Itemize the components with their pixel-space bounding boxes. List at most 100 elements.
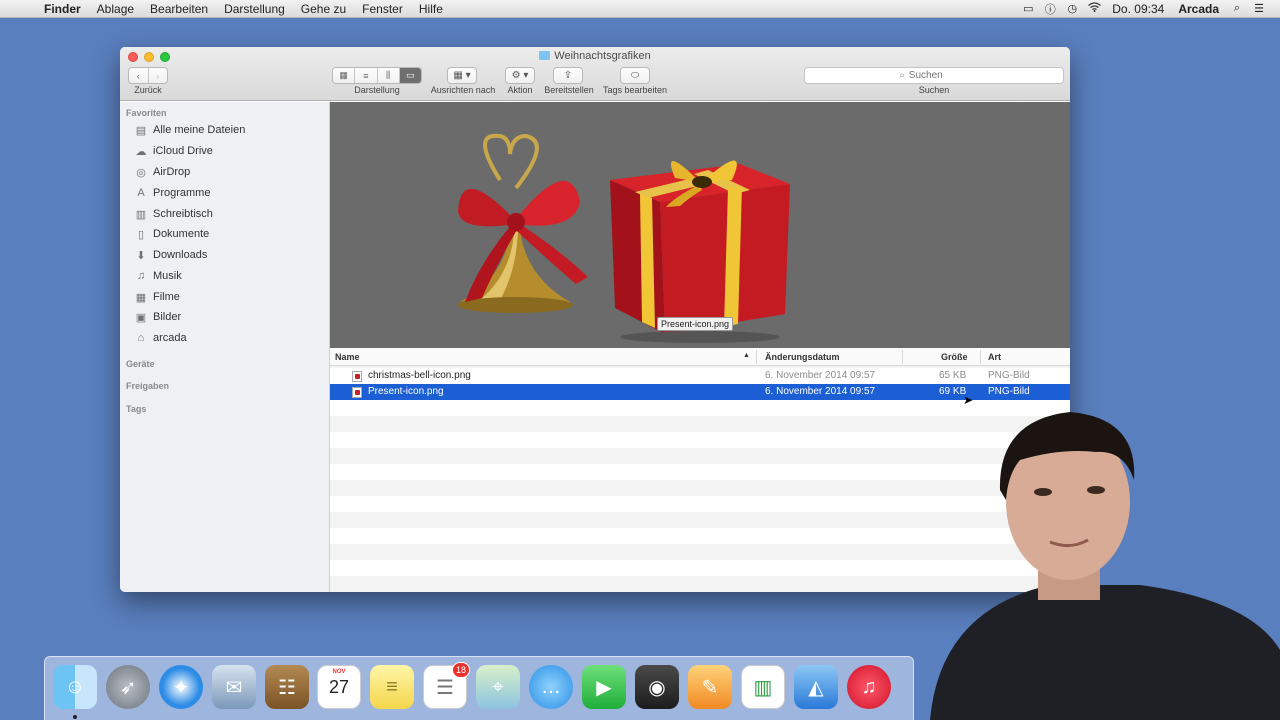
- menu-ablage[interactable]: Ablage: [89, 2, 142, 16]
- sidebar-heading-shared[interactable]: Freigaben: [126, 381, 169, 391]
- facetime-icon[interactable]: ▶: [582, 665, 626, 709]
- menu-bar: Finder Ablage Bearbeiten Darstellung Geh…: [0, 0, 1280, 18]
- folder-icon: [539, 51, 551, 60]
- contacts-icon[interactable]: ☷: [265, 665, 309, 709]
- icon-view-icon[interactable]: ▦: [333, 68, 356, 83]
- pages-icon[interactable]: ✎: [688, 665, 732, 709]
- christmas-bell-image[interactable]: [457, 133, 588, 313]
- sort-chevron-icon[interactable]: ▲: [743, 352, 750, 359]
- share-button[interactable]: ⇪: [553, 67, 583, 84]
- table-row[interactable]: christmas-bell-icon.png 6. November 2014…: [330, 368, 1070, 384]
- info-icon[interactable]: ⓘ: [1039, 1, 1061, 17]
- row-date: 6. November 2014 09:57: [765, 370, 876, 381]
- search-input[interactable]: [908, 70, 969, 81]
- menu-bearbeiten[interactable]: Bearbeiten: [142, 2, 216, 16]
- cover-flow-images: [457, 133, 790, 343]
- search-label: Suchen: [918, 85, 950, 95]
- sidebar-item-downloads[interactable]: ⬇ Downloads: [134, 246, 207, 264]
- running-indicator: [73, 715, 77, 719]
- list-header: Name ▲ Änderungsdatum Größe Art: [330, 348, 1070, 366]
- keynote-icon[interactable]: ◭: [794, 665, 838, 709]
- time-machine-icon[interactable]: ◷: [1061, 2, 1083, 15]
- spotlight-icon[interactable]: ⌕: [1226, 2, 1248, 15]
- menu-finder[interactable]: Finder: [36, 2, 89, 16]
- reminders-icon[interactable]: ☰ 18: [423, 662, 470, 709]
- launchpad-icon[interactable]: ➶: [106, 665, 150, 709]
- sidebar-item-airdrop[interactable]: ◎ AirDrop: [134, 163, 190, 181]
- action-button[interactable]: ⚙ ▾: [505, 67, 535, 84]
- sidebar-item-all-files[interactable]: ▤ Alle meine Dateien: [134, 121, 246, 139]
- tags-button[interactable]: ⬭: [620, 67, 650, 84]
- column-header-name[interactable]: Name: [335, 352, 360, 362]
- sidebar-item-musik[interactable]: ♫ Musik: [134, 267, 182, 285]
- sidebar: Favoriten ▤ Alle meine Dateien ☁ iCloud …: [120, 102, 330, 592]
- window-toolbar: Weihnachtsgrafiken ‹ › Zurück ▦ ≡ ⫼ ▭ Da…: [120, 47, 1070, 101]
- wifi-icon[interactable]: [1083, 2, 1105, 15]
- sidebar-item-arcada[interactable]: ⌂ arcada: [134, 329, 187, 347]
- row-size: 65 KB: [939, 370, 967, 381]
- menu-hilfe[interactable]: Hilfe: [411, 2, 451, 16]
- calendar-day: 27: [328, 677, 350, 697]
- sidebar-item-schreibtisch[interactable]: ▥ Schreibtisch: [134, 205, 213, 223]
- search-field[interactable]: ⌕: [804, 67, 1064, 84]
- presenter-video-overlay: [930, 412, 1280, 720]
- back-label: Zurück: [134, 85, 162, 95]
- chevron-left-icon[interactable]: ‹: [129, 68, 149, 83]
- music-icon: ♫: [136, 270, 146, 282]
- menu-darstellung[interactable]: Darstellung: [216, 2, 293, 16]
- sidebar-item-filme[interactable]: ▦ Filme: [134, 288, 180, 306]
- sidebar-item-programme[interactable]: A Programme: [134, 184, 210, 202]
- view-label: Darstellung: [354, 85, 400, 95]
- arrange-label: Ausrichten nach: [430, 85, 496, 95]
- notes-icon[interactable]: ≡: [370, 665, 414, 709]
- share-icon: ⇪: [563, 70, 573, 81]
- menu-gehe-zu[interactable]: Gehe zu: [293, 2, 354, 16]
- sidebar-item-icloud[interactable]: ☁ iCloud Drive: [134, 142, 213, 160]
- menubar-clock[interactable]: Do. 09:34: [1105, 2, 1171, 16]
- action-label: Aktion: [507, 85, 533, 95]
- png-file-icon: [352, 371, 362, 382]
- downloads-icon: ⬇: [136, 249, 146, 262]
- mail-icon[interactable]: ✉: [212, 665, 256, 709]
- list-view-icon[interactable]: ≡: [355, 68, 378, 83]
- gear-icon: ⚙ ▾: [511, 70, 529, 81]
- cover-flow-icon[interactable]: ▭: [399, 68, 421, 83]
- column-header-kind[interactable]: Art: [988, 352, 1001, 362]
- fast-user-switch[interactable]: Arcada: [1171, 2, 1226, 16]
- preview-filename-label: Present-icon.png: [657, 317, 734, 331]
- applications-icon: A: [137, 187, 145, 199]
- sidebar-heading-tags[interactable]: Tags: [126, 404, 146, 414]
- sidebar-item-dokumente[interactable]: ▯ Dokumente: [134, 225, 209, 243]
- sidebar-heading-devices[interactable]: Geräte: [126, 359, 155, 369]
- row-name: Present-icon.png: [368, 386, 444, 397]
- sidebar-heading-favorites: Favoriten: [126, 108, 167, 118]
- numbers-icon[interactable]: ▥: [741, 665, 785, 709]
- finder-icon[interactable]: ☺: [53, 665, 97, 709]
- arrange-button[interactable]: ▦ ▾: [447, 67, 477, 84]
- cloud-icon: ☁: [135, 145, 147, 158]
- column-view-icon[interactable]: ⫼: [378, 68, 400, 83]
- photo-booth-icon[interactable]: ◉: [635, 665, 679, 709]
- present-image[interactable]: [610, 160, 790, 343]
- messages-icon[interactable]: …: [529, 665, 573, 709]
- maps-icon[interactable]: ⌖: [476, 665, 520, 709]
- itunes-icon[interactable]: ♫: [847, 665, 891, 709]
- back-forward-control[interactable]: ‹ ›: [128, 67, 168, 84]
- row-date: 6. November 2014 09:57: [765, 386, 876, 397]
- column-header-date[interactable]: Änderungsdatum: [765, 352, 840, 362]
- menu-fenster[interactable]: Fenster: [354, 2, 411, 16]
- calendar-icon[interactable]: NOV 27: [317, 665, 361, 709]
- sidebar-item-bilder[interactable]: ▣ Bilder: [134, 308, 181, 326]
- notification-center-icon[interactable]: ☰: [1248, 2, 1270, 15]
- desktop-icon: ▥: [135, 208, 147, 221]
- safari-icon[interactable]: ✦: [159, 665, 203, 709]
- view-mode-control[interactable]: ▦ ≡ ⫼ ▭: [332, 67, 422, 84]
- display-mirroring-icon[interactable]: ▭: [1017, 2, 1039, 15]
- share-label: Bereitstellen: [544, 85, 594, 95]
- home-icon: ⌂: [137, 332, 145, 344]
- column-header-size[interactable]: Größe: [941, 352, 968, 362]
- png-file-icon: [352, 387, 362, 398]
- table-row-selected[interactable]: Present-icon.png 6. November 2014 09:57 …: [330, 384, 1070, 400]
- reminders-badge: 18: [451, 662, 470, 678]
- chevron-right-icon[interactable]: ›: [149, 68, 168, 83]
